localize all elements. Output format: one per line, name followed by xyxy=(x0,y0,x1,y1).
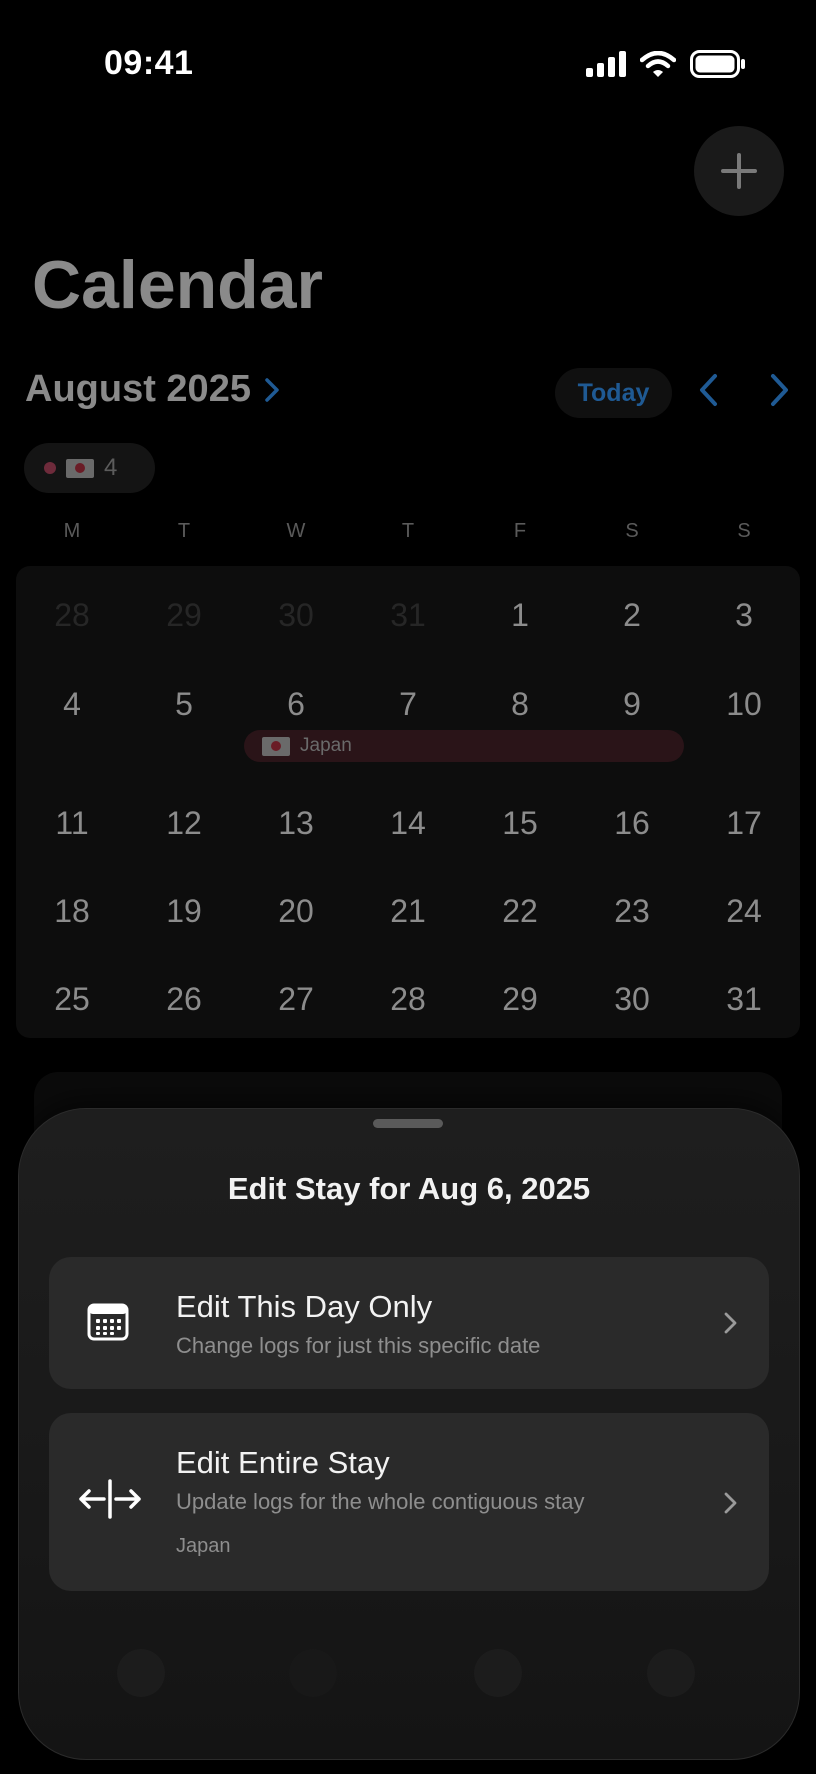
calendar-week: 25 26 27 28 29 30 31 xyxy=(16,981,800,1018)
calendar-day[interactable]: 30 xyxy=(240,597,352,634)
calendar-day[interactable]: 13 xyxy=(240,805,352,842)
calendar-day[interactable]: 28 xyxy=(16,597,128,634)
add-button[interactable] xyxy=(694,126,784,216)
tab-bar-shadow xyxy=(19,1619,799,1759)
calendar-day[interactable]: 28 xyxy=(352,981,464,1018)
month-label: August 2025 xyxy=(25,368,251,410)
chevron-right-icon xyxy=(265,377,279,402)
japan-flag-icon xyxy=(262,736,290,756)
stay-country-label: Japan xyxy=(176,1535,231,1557)
calendar-day[interactable]: 9 xyxy=(576,686,688,723)
calendar-day[interactable]: 31 xyxy=(688,981,800,1018)
sheet-title: Edit Stay for Aug 6, 2025 xyxy=(227,1171,591,1206)
page-title: Calendar xyxy=(32,247,323,323)
calendar-week: 11 12 13 14 15 16 17 xyxy=(16,805,800,842)
calendar-day[interactable]: 15 xyxy=(464,805,576,842)
calendar-day[interactable]: 7 xyxy=(352,686,464,723)
edit-this-day-button[interactable]: Edit This Day Only Change logs for just … xyxy=(49,1257,769,1389)
calendar-day[interactable]: 17 xyxy=(688,805,800,842)
calendar-day[interactable]: 18 xyxy=(16,893,128,930)
calendar-day[interactable]: 5 xyxy=(128,686,240,723)
calendar-day[interactable]: 1 xyxy=(464,597,576,634)
option-title: Edit This Day Only xyxy=(176,1289,433,1324)
japan-flag-icon xyxy=(66,458,94,478)
weekday-header: M T W T F S S xyxy=(16,520,800,543)
weekday-label: T xyxy=(401,520,415,542)
calendar-day[interactable]: 4 xyxy=(16,686,128,723)
country-color-dot xyxy=(44,462,56,474)
calendar-day[interactable]: 24 xyxy=(688,893,800,930)
calendar-day[interactable]: 22 xyxy=(464,893,576,930)
previous-month-icon[interactable] xyxy=(694,370,724,410)
calendar-day[interactable]: 11 xyxy=(16,805,128,842)
edit-entire-stay-button[interactable]: Edit Entire Stay Update logs for the who… xyxy=(49,1413,769,1591)
option-title: Edit Entire Stay xyxy=(176,1445,390,1480)
country-filter-chip[interactable]: 4 xyxy=(24,443,155,493)
stay-bar-label: Japan xyxy=(300,735,352,756)
calendar-day[interactable]: 21 xyxy=(352,893,464,930)
expand-horizontal-icon xyxy=(79,1479,141,1519)
calendar-day[interactable]: 6 xyxy=(240,686,352,723)
weekday-label: T xyxy=(177,520,191,542)
country-count: 4 xyxy=(104,454,118,481)
calendar-day[interactable]: 29 xyxy=(128,597,240,634)
option-subtitle: Change logs for just this specific date xyxy=(176,1333,541,1358)
calendar-day[interactable]: 12 xyxy=(128,805,240,842)
option-subtitle: Update logs for the whole contiguous sta… xyxy=(176,1489,585,1514)
calendar-week: 28 29 30 31 1 2 3 xyxy=(16,597,800,634)
calendar-day[interactable]: 31 xyxy=(352,597,464,634)
weekday-label: M xyxy=(63,520,81,542)
calendar-day[interactable]: 8 xyxy=(464,686,576,723)
next-month-icon[interactable] xyxy=(764,370,794,410)
calendar-day[interactable]: 20 xyxy=(240,893,352,930)
calendar-day[interactable]: 27 xyxy=(240,981,352,1018)
calendar-day[interactable]: 14 xyxy=(352,805,464,842)
calendar-day[interactable]: 3 xyxy=(688,597,800,634)
calendar-day[interactable]: 2 xyxy=(576,597,688,634)
calendar-day[interactable]: 30 xyxy=(576,981,688,1018)
calendar-week: 18 19 20 21 22 23 24 xyxy=(16,893,800,930)
today-button[interactable]: Today xyxy=(555,368,672,418)
calendar-day[interactable]: 26 xyxy=(128,981,240,1018)
plus-icon xyxy=(721,153,757,189)
chevron-right-icon xyxy=(724,1492,737,1514)
calendar-day[interactable]: 29 xyxy=(464,981,576,1018)
month-selector[interactable]: August 2025 xyxy=(25,368,281,411)
calendar-day[interactable]: 23 xyxy=(576,893,688,930)
calendar-day[interactable]: 10 xyxy=(688,686,800,723)
weekday-label: W xyxy=(286,520,306,542)
calendar-week: 4 5 6 7 8 9 10 xyxy=(16,686,800,723)
calendar-day[interactable]: 19 xyxy=(128,893,240,930)
sheet-grabber[interactable] xyxy=(373,1119,443,1128)
calendar-icon xyxy=(87,1303,129,1341)
calendar-day[interactable]: 25 xyxy=(16,981,128,1018)
calendar-grid: 28 29 30 31 1 2 3 4 5 6 7 8 9 10 11 12 1… xyxy=(16,566,800,1038)
edit-stay-sheet: Edit Stay for Aug 6, 2025 Edit This Day … xyxy=(18,1108,800,1760)
stay-bar[interactable]: Japan xyxy=(244,730,684,762)
weekday-label: F xyxy=(513,520,527,542)
weekday-label: S xyxy=(625,520,639,542)
weekday-label: S xyxy=(737,520,751,542)
calendar-day[interactable]: 16 xyxy=(576,805,688,842)
chevron-right-icon xyxy=(724,1312,737,1334)
